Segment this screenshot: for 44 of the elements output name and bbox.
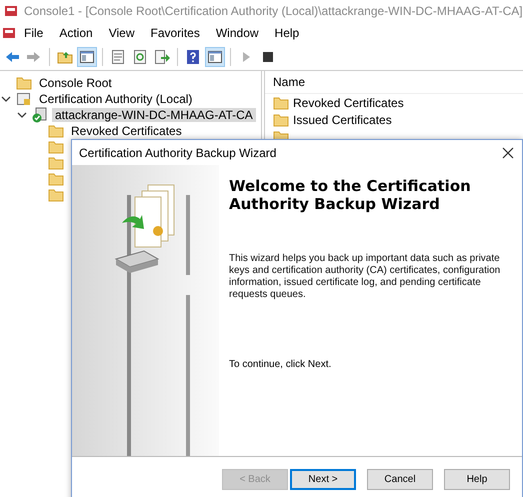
app-icon	[4, 4, 18, 18]
document-icon	[110, 49, 126, 65]
stop-icon	[260, 49, 276, 65]
wizard-button[interactable]: Cancel	[367, 469, 433, 490]
server-check-icon	[32, 107, 48, 123]
tree-item[interactable]: Revoked Certificates	[68, 124, 185, 138]
pane-icon	[79, 49, 95, 65]
wizard-heading: Welcome to the Certification Authority Backup Wizard	[229, 177, 472, 213]
toolbar-button[interactable]	[205, 47, 225, 67]
dialog-title: Certification Authority Backup Wizard	[79, 146, 276, 160]
menu-item[interactable]: Window	[208, 26, 267, 40]
tree-item[interactable]: attackrange-WIN-DC-MHAAG-AT-CA	[52, 108, 256, 122]
folder-up-icon	[57, 49, 73, 65]
tree-item[interactable]: Console Root	[36, 76, 115, 90]
list-item[interactable]: Revoked Certificates	[293, 96, 404, 110]
wizard-button[interactable]: Help	[444, 469, 510, 490]
certificate-authority-icon	[16, 91, 32, 107]
close-icon[interactable]	[502, 146, 514, 158]
help-icon	[185, 49, 201, 65]
column-header[interactable]: Name	[273, 75, 306, 89]
back-arrow-icon	[4, 49, 20, 65]
menu-item[interactable]: Favorites	[142, 26, 208, 40]
wizard-button[interactable]: Next >	[290, 469, 356, 490]
app-icon[interactable]	[2, 26, 16, 40]
expand-caret-icon[interactable]	[16, 110, 28, 120]
folder-icon	[48, 124, 64, 138]
menu-item[interactable]: Action	[51, 26, 101, 40]
folder-icon	[273, 96, 289, 110]
toolbar-button[interactable]	[77, 47, 97, 67]
export-icon	[154, 49, 170, 65]
wizard-hint: To continue, click Next.	[229, 359, 332, 370]
tree-item[interactable]: Certification Authority (Local)	[36, 92, 196, 106]
window-title: Console1 - [Console Root\Certification Authority (Local)\attackrange-WIN-DC-MHAAG-AT-CA]	[24, 4, 523, 18]
pane-icon	[207, 49, 223, 65]
folder-icon	[16, 76, 32, 90]
menu-item[interactable]: File	[16, 26, 52, 40]
folder-icon	[273, 112, 289, 126]
list-item[interactable]: Issued Certificates	[293, 112, 392, 126]
menu-item[interactable]: View	[100, 26, 142, 40]
forward-arrow-icon	[26, 49, 42, 65]
menu-item[interactable]: Help	[266, 26, 308, 40]
refresh-icon	[132, 49, 148, 65]
expand-caret-icon[interactable]	[0, 94, 12, 104]
wizard-description: This wizard helps you back up important data such as private keys and certification authority (CA) certificates, configuration information, issued certificate log, and pending certificate requests queues.	[229, 253, 502, 301]
